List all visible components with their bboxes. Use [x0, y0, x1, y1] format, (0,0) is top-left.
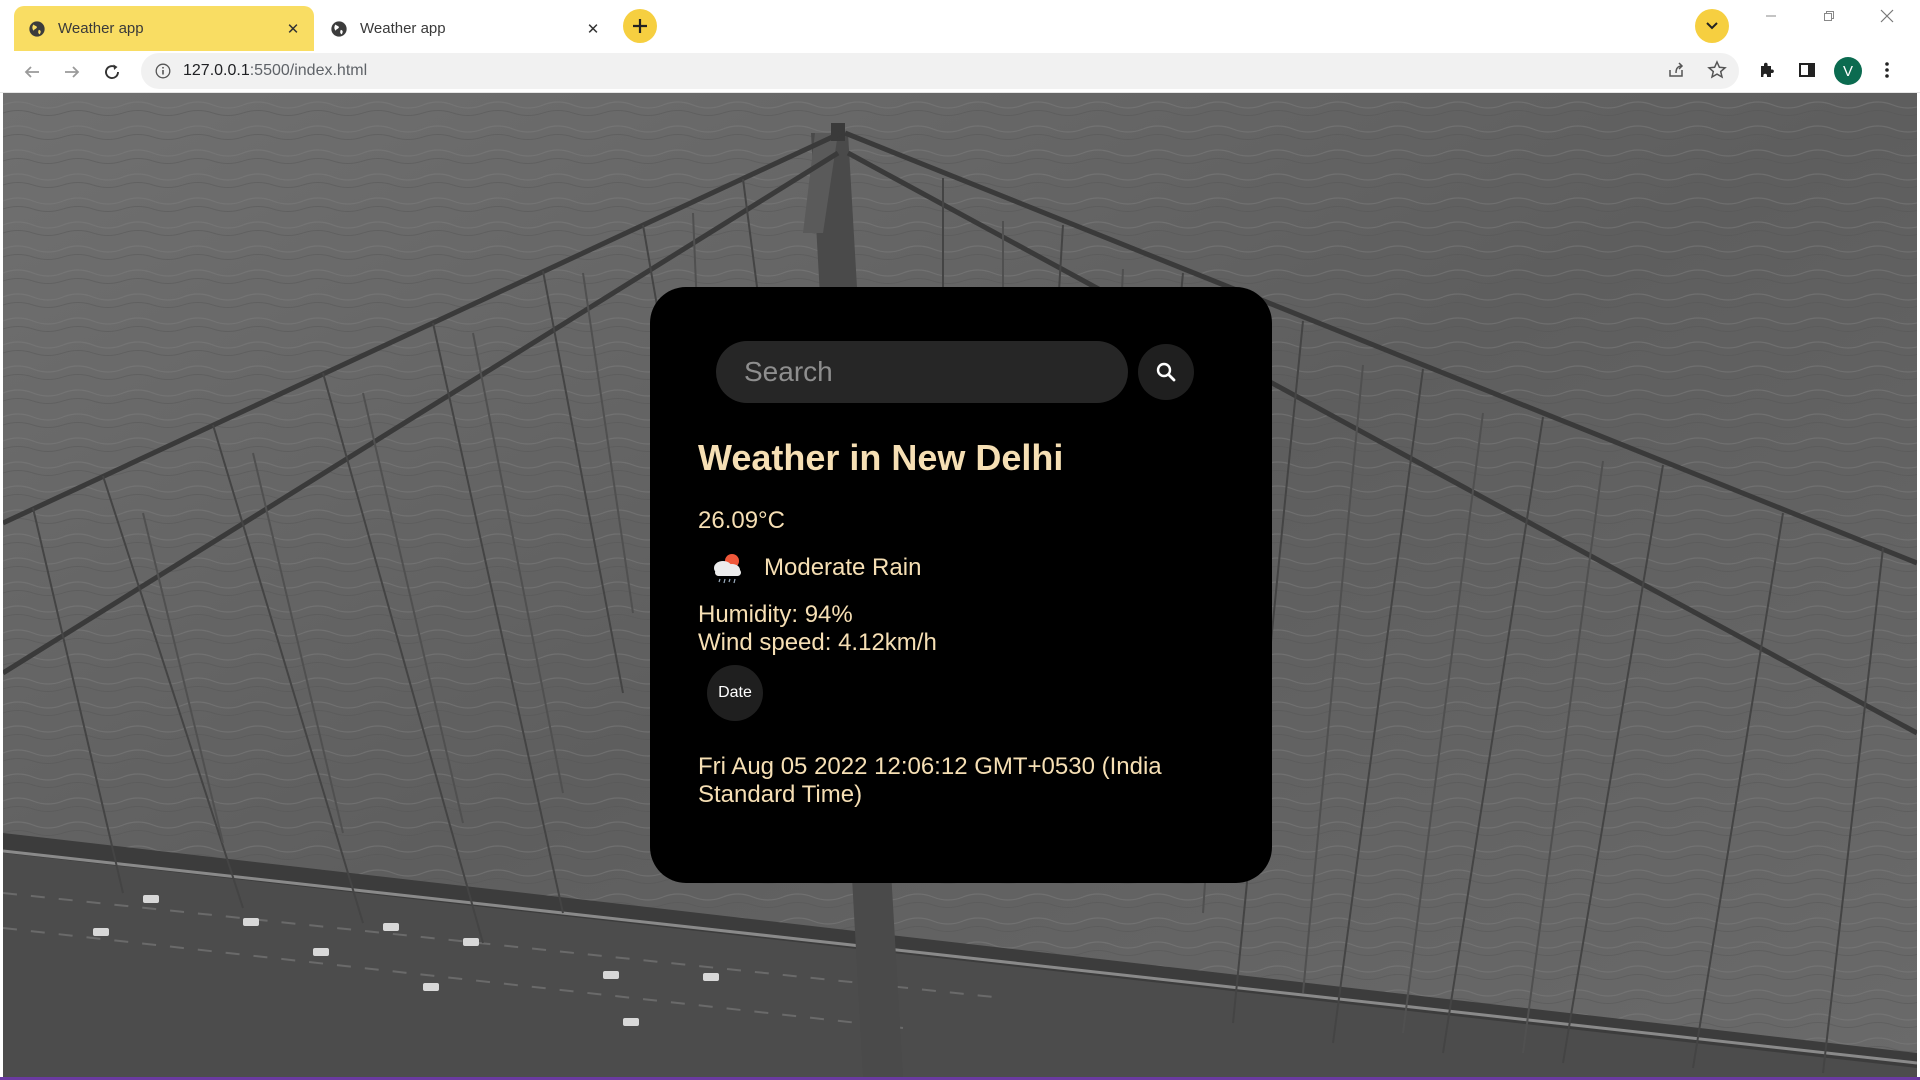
tab-title: Weather app — [58, 20, 144, 37]
side-panel-button[interactable] — [1792, 55, 1822, 85]
site-info-icon[interactable] — [153, 61, 173, 81]
reload-button[interactable] — [96, 56, 128, 88]
minimize-icon — [1766, 15, 1776, 17]
temperature: 26.09°C — [698, 507, 785, 534]
page-viewport: Weather in New Delhi 26.09°C Moderate Ra… — [3, 93, 1917, 1077]
browser-menu-button[interactable] — [1872, 55, 1902, 85]
url-path: :5500/index.html — [249, 62, 368, 79]
profile-avatar[interactable]: V — [1834, 57, 1862, 85]
browser-toolbar: 127.0.0.1:5500/index.html V — [0, 51, 1920, 93]
plus-icon — [633, 19, 647, 33]
condition-row: Moderate Rain — [708, 549, 921, 587]
side-panel-icon — [1799, 63, 1815, 77]
tab-strip: Weather app ✕ Weather app ✕ — [0, 0, 1920, 51]
date-time-text: Fri Aug 05 2022 12:06:12 GMT+0530 (India… — [698, 753, 1162, 808]
new-tab-button[interactable] — [623, 9, 657, 43]
share-icon — [1669, 62, 1684, 77]
star-icon — [1707, 60, 1727, 79]
arrow-left-icon — [24, 66, 39, 78]
wind-speed-text: Wind speed: 4.12km/h — [698, 629, 937, 656]
tab-weather-app[interactable]: Weather app ✕ — [316, 6, 614, 51]
close-icon — [1880, 9, 1894, 23]
globe-icon — [29, 20, 45, 37]
city-heading: Weather in New Delhi — [698, 437, 1064, 478]
restore-icon — [1824, 11, 1834, 21]
weather-card: Weather in New Delhi 26.09°C Moderate Ra… — [650, 287, 1272, 883]
search-bar — [716, 341, 1194, 403]
rain-cloud-icon — [714, 554, 741, 584]
search-input[interactable] — [716, 341, 1128, 403]
puzzle-icon — [1761, 62, 1774, 77]
restore-button[interactable] — [1806, 0, 1852, 32]
search-icon — [1156, 362, 1176, 382]
chevron-down-icon — [1706, 22, 1718, 30]
address-bar[interactable]: 127.0.0.1:5500/index.html — [141, 53, 1739, 89]
humidity-text: Humidity: 94% — [698, 601, 853, 628]
date-button[interactable]: Date — [707, 665, 763, 721]
tab-title: Weather app — [360, 20, 446, 37]
extensions-button[interactable] — [1752, 55, 1782, 85]
globe-icon — [331, 20, 347, 37]
url-text: 127.0.0.1:5500/index.html — [183, 62, 367, 80]
url-host: 127.0.0.1 — [183, 62, 250, 79]
close-tab-icon[interactable]: ✕ — [282, 18, 304, 40]
close-window-button[interactable] — [1864, 0, 1910, 32]
close-tab-icon[interactable]: ✕ — [582, 18, 604, 40]
forward-button[interactable] — [56, 56, 88, 88]
search-button[interactable] — [1138, 344, 1194, 400]
weather-description: Moderate Rain — [764, 554, 922, 581]
share-button[interactable] — [1661, 55, 1691, 85]
kebab-menu-icon — [1885, 62, 1889, 78]
reload-icon — [105, 64, 119, 79]
arrow-right-icon — [65, 66, 80, 78]
minimize-button[interactable] — [1748, 0, 1794, 32]
bookmark-button[interactable] — [1702, 55, 1732, 85]
tab-weather-app-active[interactable]: Weather app ✕ — [14, 6, 314, 51]
back-button[interactable] — [16, 56, 48, 88]
tab-search-button[interactable] — [1695, 9, 1729, 43]
